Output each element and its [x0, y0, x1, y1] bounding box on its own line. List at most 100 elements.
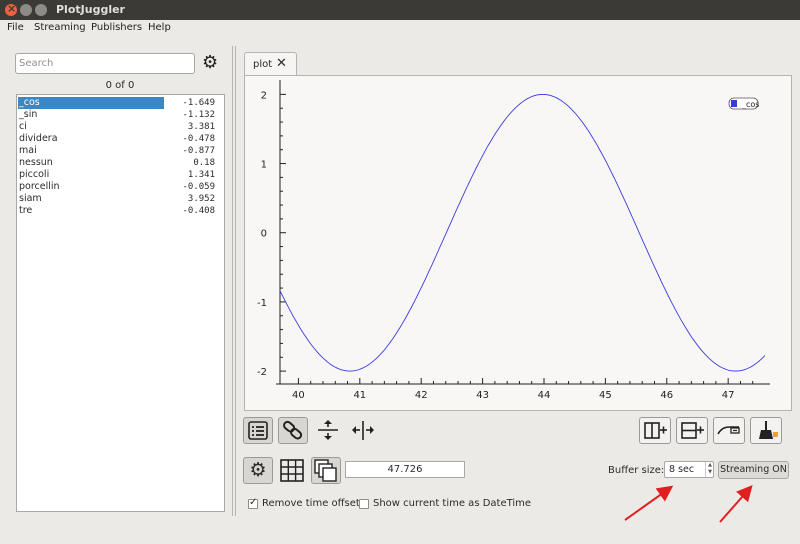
zoom-horizontal-button[interactable]	[348, 417, 378, 444]
result-count: 0 of 0	[105, 80, 135, 91]
list-item-value: -0.408	[182, 206, 215, 216]
list-item-value: -1.132	[182, 110, 215, 120]
split-vertical-button[interactable]	[676, 417, 708, 444]
list-item[interactable]: porcellin -0.059	[18, 181, 223, 193]
list-item[interactable]: ci 3.381	[18, 121, 223, 133]
add-row-icon	[681, 422, 704, 439]
legend-label: _cos	[741, 100, 759, 109]
buffer-size-label: Buffer size:	[608, 465, 665, 476]
search-box	[15, 53, 195, 74]
list-item-value: -0.059	[182, 182, 215, 192]
clear-data-button[interactable]	[750, 417, 782, 444]
current-time-field[interactable]: 47.726	[345, 461, 465, 478]
x-tick-label: 43	[476, 390, 489, 401]
menu-publishers[interactable]: Publishers	[91, 22, 142, 33]
list-item-value: -0.877	[182, 146, 215, 156]
grid-icon	[280, 459, 304, 482]
zoom-vertical-button[interactable]	[313, 417, 343, 444]
list-item-name: porcellin	[19, 181, 60, 192]
y-tick-label: 1	[261, 160, 267, 171]
list-item-value: 3.952	[187, 194, 215, 204]
minimize-window-button[interactable]	[20, 4, 32, 16]
menu-streaming[interactable]: Streaming	[34, 22, 86, 33]
list-item-name: tre	[19, 205, 33, 216]
timeseries-list[interactable]: _cos -1.649 _sin -1.132 ci 3.381 dividera -0…	[16, 94, 225, 512]
x-tick-label: 47	[722, 390, 735, 401]
list-item-value: -0.478	[182, 134, 215, 144]
y-tick-label: 0	[261, 229, 267, 240]
buffer-size-spinbox[interactable]: 8 sec ▲ ▼	[664, 461, 714, 478]
list-icon	[248, 421, 268, 440]
expand-horizontal-icon	[352, 421, 374, 440]
menu-file[interactable]: File	[7, 22, 24, 33]
list-item[interactable]: _sin -1.132	[18, 109, 223, 121]
chart-axes: 2 1 0 -1 -2 40 41 42 43 44 45 46 47	[257, 80, 770, 401]
list-item[interactable]: tre -0.408	[18, 205, 223, 217]
list-item-value: 3.381	[187, 122, 215, 132]
splitter-handle[interactable]	[232, 46, 233, 516]
series-line	[279, 93, 766, 372]
tab-close-icon[interactable]: ✕	[276, 56, 287, 71]
list-item-name: _cos	[18, 97, 164, 109]
filter-settings-gear-icon[interactable]: ⚙	[202, 54, 222, 74]
legend-swatch	[731, 100, 737, 107]
x-tick-label: 45	[599, 390, 612, 401]
x-tick-label: 46	[660, 390, 673, 401]
list-item-name: dividera	[19, 133, 58, 144]
list-item[interactable]: _cos -1.649	[18, 97, 223, 109]
split-horizontal-button[interactable]	[639, 417, 671, 444]
close-window-button[interactable]	[5, 2, 17, 16]
tab-label: plot	[253, 59, 273, 70]
y-tick-label: 2	[261, 90, 267, 101]
layers-icon	[314, 459, 337, 482]
show-datetime-checkbox[interactable]	[359, 499, 369, 509]
search-input[interactable]	[16, 54, 194, 73]
y-tick-label: -2	[257, 367, 267, 378]
maximize-window-button[interactable]	[35, 4, 47, 16]
toggle-list-button[interactable]	[243, 417, 273, 444]
title-bar: PlotJuggler	[0, 0, 800, 20]
layers-button[interactable]	[311, 457, 341, 484]
list-item-name: siam	[19, 193, 42, 204]
list-item-value: 1.341	[187, 170, 215, 180]
list-item-name: piccoli	[19, 169, 50, 180]
spin-arrows-icon[interactable]: ▲ ▼	[705, 462, 714, 477]
annotation-arrow	[719, 485, 753, 523]
list-item-name: nessun	[19, 157, 53, 168]
link-axes-button[interactable]	[278, 417, 308, 444]
add-column-icon	[644, 422, 667, 439]
zoom-out-button[interactable]	[713, 417, 745, 444]
chart-marks	[279, 93, 766, 372]
streaming-toggle-button[interactable]: Streaming ON	[718, 461, 789, 479]
x-tick-label: 42	[415, 390, 428, 401]
list-item[interactable]: piccoli 1.341	[18, 169, 223, 181]
annotation-arrow	[624, 485, 674, 521]
y-tick-label: -1	[257, 298, 267, 309]
list-item[interactable]: nessun 0.18	[18, 157, 223, 169]
expand-vertical-icon	[318, 420, 338, 440]
list-item[interactable]: mai -0.877	[18, 145, 223, 157]
broom-icon	[759, 421, 778, 439]
chart-legend: _cos	[728, 97, 759, 110]
buffer-size-value: 8 sec	[669, 464, 695, 475]
checkmark-icon: ✓	[249, 497, 258, 508]
annotation-arrows	[624, 485, 753, 523]
list-item[interactable]: dividera -0.478	[18, 133, 223, 145]
remove-offset-checkbox[interactable]: ✓	[248, 497, 258, 509]
x-tick-label: 41	[353, 390, 366, 401]
grid-toggle-button[interactable]	[277, 457, 307, 484]
splitter-handle-line	[235, 46, 236, 516]
list-item-name: ci	[19, 121, 27, 132]
tab-plot[interactable]: plot ✕	[244, 52, 297, 76]
list-item-name: mai	[19, 145, 37, 156]
settings-gear-icon[interactable]: ⚙	[243, 457, 273, 484]
remove-offset-label: Remove time offset	[262, 498, 360, 509]
menu-help[interactable]: Help	[148, 22, 171, 33]
list-item[interactable]: siam 3.952	[18, 193, 223, 205]
chart[interactable]: 2 1 0 -1 -2 40 41 42 43 44 45 46 47 _cos	[245, 76, 791, 410]
x-tick-label: 44	[538, 390, 551, 401]
list-item-value: -1.649	[182, 98, 215, 108]
list-item-name: _sin	[19, 109, 38, 120]
window-title: PlotJuggler	[56, 3, 125, 16]
x-tick-label: 40	[292, 390, 305, 401]
